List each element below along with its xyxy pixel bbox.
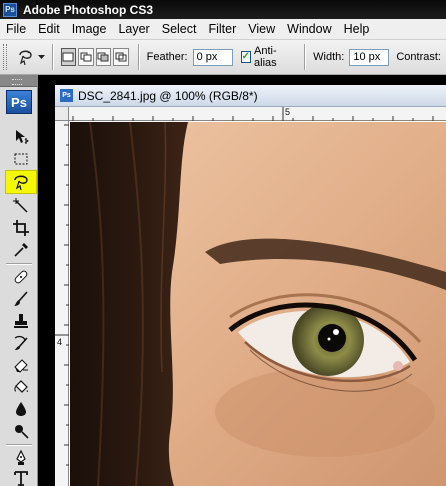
menu-help[interactable]: Help <box>338 22 376 36</box>
photoshop-logo[interactable]: Ps <box>6 90 32 114</box>
intersect-selection-button[interactable] <box>113 48 129 66</box>
window-title: Adobe Photoshop CS3 <box>23 2 153 17</box>
pen-tool[interactable] <box>8 448 34 468</box>
document-tab[interactable]: Ps DSC_2841.jpg @ 100% (RGB/8*) <box>55 85 446 107</box>
menu-select[interactable]: Select <box>156 22 203 36</box>
title-bar: Ps Adobe Photoshop CS3 <box>0 0 446 19</box>
magnetic-lasso-tool[interactable] <box>5 170 37 194</box>
feather-input[interactable] <box>192 48 233 66</box>
subtract-selection-icon <box>97 52 109 62</box>
subtract-from-selection-button[interactable] <box>95 48 112 66</box>
history-brush-icon <box>14 335 28 350</box>
marquee-icon <box>14 153 28 165</box>
menu-window[interactable]: Window <box>281 22 337 36</box>
vertical-ruler-label: 4 <box>57 337 63 347</box>
eraser-icon <box>14 359 28 373</box>
menu-filter[interactable]: Filter <box>202 22 242 36</box>
new-selection-button[interactable] <box>60 48 77 66</box>
history-brush-tool[interactable] <box>8 333 34 353</box>
menu-edit[interactable]: Edit <box>32 22 66 36</box>
chevron-down-icon <box>37 54 45 59</box>
brush-icon <box>14 291 28 306</box>
crop-tool[interactable] <box>8 218 34 238</box>
new-selection-icon <box>62 52 74 62</box>
document-title: DSC_2841.jpg @ 100% (RGB/8*) <box>78 88 258 103</box>
add-to-selection-button[interactable] <box>78 48 94 66</box>
image-canvas[interactable] <box>70 122 446 486</box>
portrait-eye-photo <box>70 122 446 486</box>
tool-preset-picker[interactable] <box>15 45 45 69</box>
eyedropper-icon <box>14 243 28 257</box>
feather-label: Feather: <box>146 51 188 63</box>
menu-file[interactable]: File <box>0 22 32 36</box>
crop-icon <box>13 220 29 236</box>
healing-brush-tool[interactable] <box>8 267 34 287</box>
dodge-icon <box>15 425 29 439</box>
type-tool[interactable] <box>8 468 34 486</box>
move-icon <box>16 130 29 144</box>
blur-tool[interactable] <box>8 399 34 419</box>
intersect-selection-icon <box>115 52 127 62</box>
vertical-ruler[interactable]: 4 <box>55 121 69 486</box>
horizontal-ruler-ticks <box>72 107 434 121</box>
add-selection-icon <box>80 52 92 62</box>
stamp-icon <box>14 314 28 328</box>
options-bar-grip[interactable] <box>3 44 7 70</box>
magnetic-lasso-icon <box>18 50 32 66</box>
photoshop-app-icon: Ps <box>3 2 17 17</box>
horizontal-ruler-label: 5 <box>285 107 291 117</box>
clone-stamp-tool[interactable] <box>8 311 34 331</box>
menu-layer[interactable]: Layer <box>112 22 155 36</box>
magic-wand-icon <box>13 198 28 213</box>
options-bar: Feather: ✓ Anti-alias Width: Contrast: <box>0 40 446 75</box>
paint-bucket-icon <box>14 380 28 393</box>
separator <box>51 44 54 70</box>
document-ps-icon: Ps <box>60 89 73 102</box>
separator <box>137 44 140 70</box>
width-input[interactable] <box>349 48 390 66</box>
antialias-checkbox[interactable]: ✓ <box>240 51 252 63</box>
toolbox: Ps <box>0 75 38 486</box>
move-tool[interactable] <box>8 127 34 147</box>
bandage-icon <box>14 270 28 284</box>
vertical-ruler-ticks <box>55 124 69 466</box>
eraser-tool[interactable] <box>8 355 34 375</box>
toolbox-divider <box>6 263 32 265</box>
menu-image[interactable]: Image <box>66 22 113 36</box>
brush-tool[interactable] <box>8 289 34 309</box>
eyedropper-tool[interactable] <box>8 240 34 260</box>
width-label: Width: <box>313 51 345 63</box>
dodge-tool[interactable] <box>8 421 34 441</box>
separator <box>304 44 307 70</box>
marquee-tool[interactable] <box>8 149 34 169</box>
pen-icon <box>16 450 26 465</box>
magnetic-lasso-icon <box>14 175 28 191</box>
antialias-label: Anti-alias <box>254 45 277 69</box>
blur-drop-icon <box>16 402 26 416</box>
horizontal-ruler[interactable]: 5 <box>69 107 446 121</box>
toolbox-grip[interactable] <box>0 75 37 87</box>
contrast-label: Contrast: <box>396 51 441 63</box>
menu-bar: File Edit Image Layer Select Filter View… <box>0 19 446 40</box>
toolbox-divider <box>6 444 32 446</box>
document-window: Ps DSC_2841.jpg @ 100% (RGB/8*) 5 4 <box>55 85 446 486</box>
paint-bucket-tool[interactable] <box>8 377 34 397</box>
magic-wand-tool[interactable] <box>8 196 34 216</box>
menu-view[interactable]: View <box>242 22 281 36</box>
type-icon <box>14 471 28 486</box>
ruler-origin[interactable] <box>55 107 69 121</box>
